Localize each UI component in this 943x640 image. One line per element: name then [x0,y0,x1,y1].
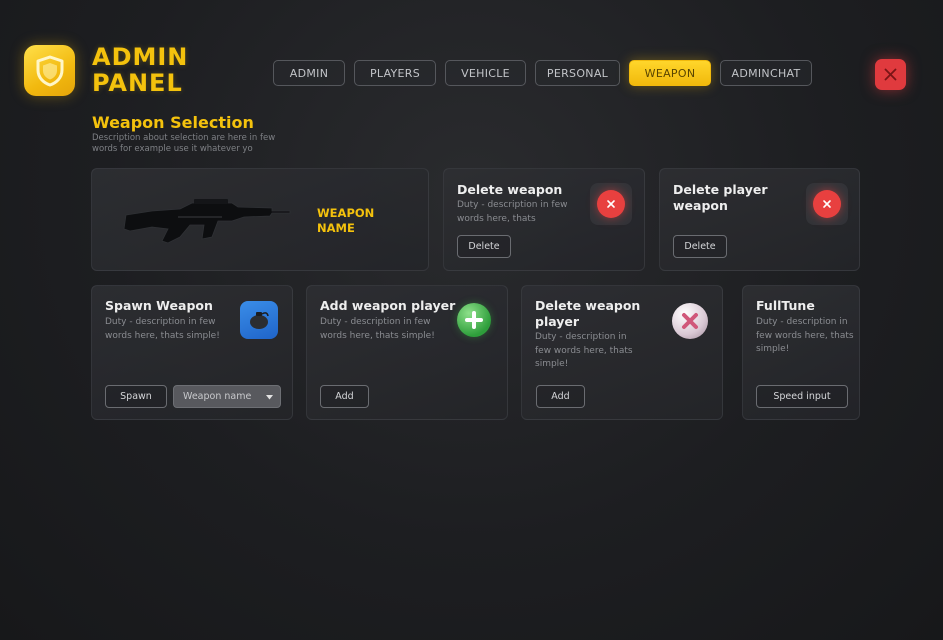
rifle-icon [123,199,291,244]
delete-weapon-title: Delete weapon [457,182,563,197]
delete-weapon-player-card: Delete weapon player Duty - description … [521,285,723,420]
add-weapon-player-card: Add weapon player Duty - description in … [306,285,508,420]
close-circle-icon [813,190,841,218]
spawn-button[interactable]: Spawn [105,385,167,408]
tab-bar: ADMIN PLAYERS VEHICLE PERSONAL WEAPON AD… [273,60,812,86]
tab-personal[interactable]: PERSONAL [535,60,620,86]
plus-circle-icon [457,303,491,337]
delete-player-weapon-icon-well [806,183,848,225]
delete-player-weapon-title: Delete player weapon [673,182,768,213]
spawn-weapon-title: Spawn Weapon [105,298,213,313]
weapon-name: WEAPON NAME [317,206,375,235]
weapon-preview-card: WEAPON NAME [91,168,429,271]
spawn-weapon-card: Spawn Weapon Duty - description in few w… [91,285,293,420]
chevron-down-icon [266,395,273,400]
tab-admin[interactable]: ADMIN [273,60,345,86]
tab-adminchat[interactable]: ADMINCHAT [720,60,812,86]
delete-weapon-player-button[interactable]: Add [536,385,585,408]
logo-title-line1: ADMIN [92,43,189,71]
tab-players[interactable]: PLAYERS [354,60,436,86]
delete-weapon-player-title: Delete weapon player [535,298,641,329]
delete-weapon-button[interactable]: Delete [457,235,511,258]
delete-player-weapon-button[interactable]: Delete [673,235,727,258]
delete-weapon-icon-well [590,183,632,225]
tab-vehicle[interactable]: VEHICLE [445,60,526,86]
weapon-name-select[interactable]: Weapon name [173,385,281,408]
delete-player-weapon-card: Delete player weapon Delete [659,168,860,271]
close-icon [884,68,897,81]
section-description: Description about selection are here in … [92,133,276,154]
section-title: Weapon Selection [92,113,254,132]
remove-ball-icon [672,303,708,339]
close-circle-icon [597,190,625,218]
logo-title-line2: PANEL [92,69,183,97]
weapon-name-select-value: Weapon name [183,391,252,402]
shield-icon [24,45,75,96]
logo-title: ADMIN PANEL [92,44,188,96]
fulltune-description: Duty - description in few words here, th… [756,317,854,354]
admin-panel: ADMIN PANEL ADMIN PLAYERS VEHICLE PERSON… [0,0,943,640]
add-weapon-player-title: Add weapon player [320,298,456,313]
delete-weapon-card: Delete weapon Duty - description in few … [443,168,645,271]
delete-weapon-player-description: Duty - description in few words here, th… [535,332,633,369]
delete-weapon-description: Duty - description in few words here, th… [457,200,568,224]
speed-input-button[interactable]: Speed input [756,385,848,408]
tab-weapon[interactable]: WEAPON [629,60,711,86]
add-weapon-player-description: Duty - description in few words here, th… [320,317,435,341]
add-weapon-player-button[interactable]: Add [320,385,369,408]
fulltune-title: FullTune [756,298,815,313]
grenade-icon [240,301,278,339]
close-button[interactable] [875,59,906,90]
fulltune-card: FullTune Duty - description in few words… [742,285,860,420]
spawn-weapon-description: Duty - description in few words here, th… [105,317,220,341]
